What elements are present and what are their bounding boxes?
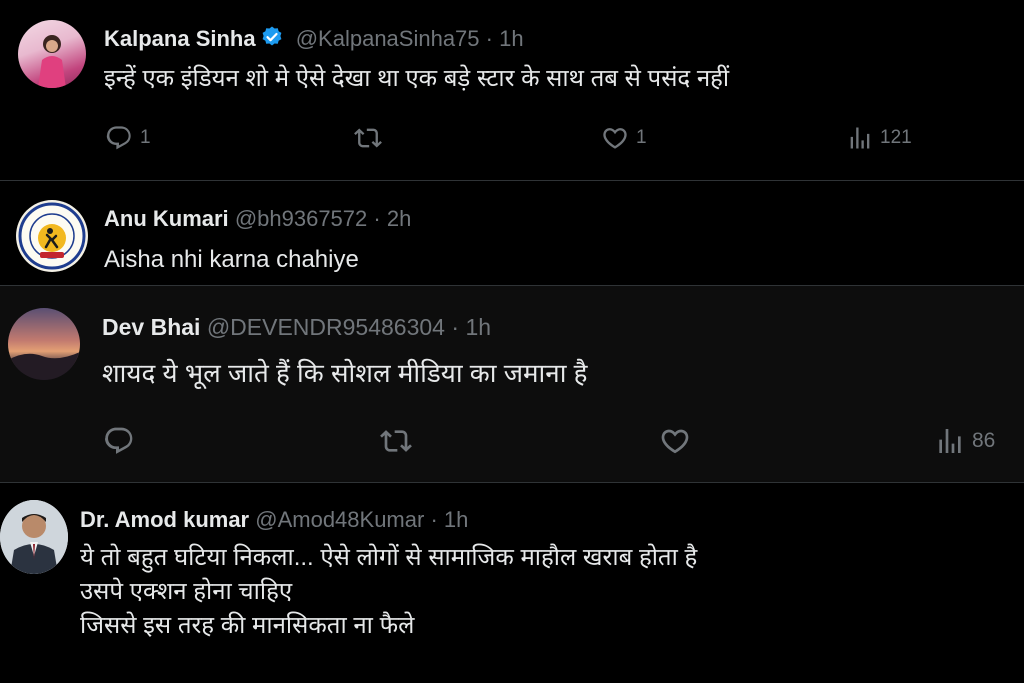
- verified-badge-icon: [260, 25, 284, 55]
- tweet-kalpana[interactable]: Kalpana Sinha @KalpanaSinha75 · 1h इन्हे…: [0, 0, 1024, 180]
- tweet-header: Dev Bhai @DEVENDR95486304 · 1h: [102, 314, 491, 341]
- tweet-text: शायद ये भूल जाते हैं कि सोशल मीडिया का ज…: [102, 356, 587, 390]
- views-count: 121: [880, 127, 912, 148]
- reply-icon: [105, 427, 133, 454]
- avatar[interactable]: [0, 500, 68, 574]
- author-handle[interactable]: @DEVENDR95486304: [207, 314, 445, 340]
- tweet-text-line: जिससे इस तरह की मानसिकता ना फैले: [80, 612, 415, 639]
- author-handle[interactable]: @KalpanaSinha75: [296, 26, 480, 51]
- tweet-text-line: उसपे एक्शन होना चाहिए: [80, 578, 293, 605]
- tweet-dev[interactable]: Dev Bhai @DEVENDR95486304 · 1h शायद ये भ…: [0, 286, 1024, 482]
- tweet-text-line: इन्हें एक इंडियन शो मे ऐसे देखा था एक बड…: [104, 65, 730, 92]
- retweet-icon: [380, 430, 412, 452]
- views-icon: [850, 127, 870, 149]
- tweet-header: Kalpana Sinha @KalpanaSinha75 · 1h: [104, 25, 524, 55]
- author-handle[interactable]: @Amod48Kumar: [255, 507, 424, 532]
- tweet-text-line: Aisha nhi karna chahiye: [104, 246, 359, 273]
- like-icon: [603, 128, 627, 149]
- author-name[interactable]: Dev Bhai: [102, 314, 200, 340]
- author-name[interactable]: Kalpana Sinha: [104, 26, 256, 51]
- retweet-button[interactable]: [378, 425, 420, 457]
- author-name[interactable]: Dr. Amod kumar: [80, 507, 249, 532]
- reply-count: 1: [140, 127, 151, 148]
- timestamp[interactable]: 1h: [465, 314, 491, 340]
- like-button[interactable]: [658, 425, 698, 457]
- tweet-text: Aisha nhi karna chahiye: [104, 243, 359, 277]
- tweet-amod[interactable]: Dr. Amod kumar @Amod48Kumar · 1h ये तो ब…: [0, 483, 1024, 683]
- tweet-text: इन्हें एक इंडियन शो मे ऐसे देखा था एक बड…: [104, 62, 729, 96]
- reply-button[interactable]: 1: [104, 124, 151, 152]
- timestamp[interactable]: 2h: [387, 206, 411, 231]
- views-count: 86: [972, 429, 996, 452]
- avatar[interactable]: [18, 20, 86, 88]
- views-icon: [939, 429, 961, 453]
- views-button[interactable]: 86: [934, 425, 995, 457]
- reply-icon: [106, 126, 131, 150]
- retweet-icon: [354, 128, 382, 148]
- timestamp[interactable]: 1h: [444, 507, 468, 532]
- timestamp[interactable]: 1h: [499, 26, 523, 51]
- tweet-text-line: शायद ये भूल जाते हैं कि सोशल मीडिया का ज…: [102, 358, 588, 388]
- separator-dot: ·: [430, 507, 438, 532]
- author-handle[interactable]: @bh9367572: [235, 206, 367, 231]
- like-icon: [661, 429, 689, 454]
- separator-dot: ·: [485, 26, 493, 51]
- tweet-header: Dr. Amod kumar @Amod48Kumar · 1h: [80, 507, 468, 533]
- like-count: 1: [636, 127, 647, 148]
- author-name[interactable]: Anu Kumari: [104, 206, 229, 231]
- separator-dot: ·: [451, 314, 460, 340]
- retweet-button[interactable]: [352, 124, 390, 152]
- tweet-anu[interactable]: Anu Kumari @bh9367572 · 2h Aisha nhi kar…: [0, 181, 1024, 285]
- tweet-header: Anu Kumari @bh9367572 · 2h: [104, 206, 411, 232]
- like-button[interactable]: 1: [600, 124, 647, 152]
- separator-dot: ·: [373, 206, 381, 231]
- tweet-text: ये तो बहुत घटिया निकला... ऐसे लोगों से स…: [80, 541, 697, 643]
- avatar[interactable]: [8, 308, 80, 380]
- views-button[interactable]: 121: [846, 124, 912, 152]
- reply-button[interactable]: [102, 425, 142, 457]
- tweet-text-line: ये तो बहुत घटिया निकला... ऐसे लोगों से स…: [80, 544, 698, 571]
- avatar[interactable]: [16, 200, 88, 272]
